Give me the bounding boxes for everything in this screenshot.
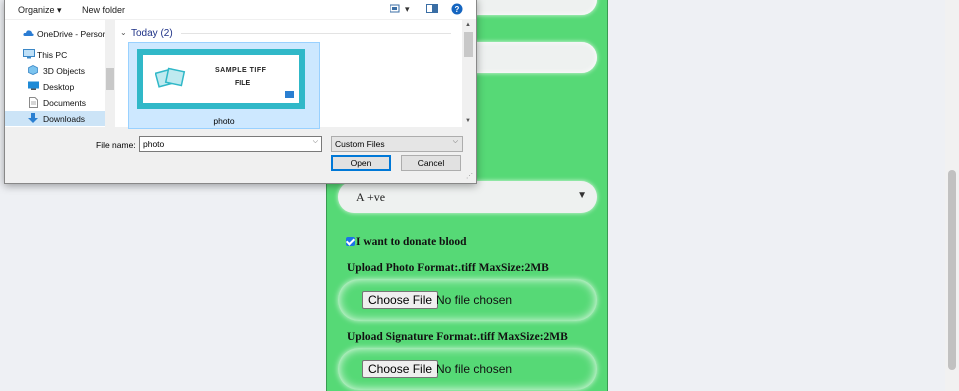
signature-upload-label: Upload Signature Format:.tiff MaxSize:2M… xyxy=(347,331,568,343)
photos-icon xyxy=(155,67,186,88)
organize-button[interactable]: Organize ▾ xyxy=(18,5,62,16)
file-name-label: photo xyxy=(213,116,235,126)
nav-label: Downloads xyxy=(43,114,86,124)
nav-item-downloads[interactable]: Downloads xyxy=(5,111,105,126)
new-folder-button[interactable]: New folder xyxy=(82,5,125,15)
nav-item-desktop[interactable]: Desktop xyxy=(5,79,105,94)
photo-file-input[interactable]: Choose File No file chosen xyxy=(338,279,597,321)
file-thumbnail: SAMPLE TIFF FILE xyxy=(137,49,305,109)
nav-scrollbar-thumb[interactable] xyxy=(106,68,114,90)
photo-file-status: No file chosen xyxy=(436,293,513,307)
chevron-down-icon: ⌵ xyxy=(452,138,458,145)
donate-checkbox[interactable] xyxy=(346,237,355,246)
nav-label: Desktop xyxy=(43,82,75,92)
computer-icon xyxy=(23,49,35,59)
chevron-down-icon: ▼ xyxy=(577,190,587,201)
file-list-scrollbar-thumb[interactable] xyxy=(464,32,473,57)
blood-group-value: A +ve xyxy=(356,190,386,204)
thumbnail-caption: SAMPLE TIFF xyxy=(215,67,267,74)
signature-file-input[interactable]: Choose File No file chosen xyxy=(338,348,597,390)
nav-label: 3D Objects xyxy=(43,66,86,76)
file-list: ⌄ Today (2) SAMPLE TIFF FILE photo xyxy=(115,20,462,129)
file-list-scrollbar[interactable]: ▲ ▼ xyxy=(462,20,475,127)
cube-icon xyxy=(28,65,38,75)
photo-choose-file-button[interactable]: Choose File xyxy=(362,291,439,309)
view-options-icon[interactable] xyxy=(389,4,400,15)
document-icon xyxy=(29,97,39,108)
dialog-toolbar: Organize ▾ New folder ▾ ? xyxy=(5,0,476,19)
page-scrollbar[interactable] xyxy=(945,0,959,391)
nav-label: This PC xyxy=(37,50,68,60)
desktop-icon xyxy=(28,81,39,90)
help-icon[interactable]: ? xyxy=(451,3,463,17)
group-divider xyxy=(181,33,451,34)
photo-upload-label: Upload Photo Format:.tiff MaxSize:2MB xyxy=(347,262,549,274)
svg-text:?: ? xyxy=(455,5,460,14)
preview-pane-icon[interactable] xyxy=(426,4,438,15)
signature-choose-file-button[interactable]: Choose File xyxy=(362,360,439,378)
navigation-pane: OneDrive - Person This PC 3D Objects Des… xyxy=(5,20,114,127)
image-badge-icon xyxy=(284,90,295,99)
file-item-photo[interactable]: SAMPLE TIFF FILE photo xyxy=(128,42,320,129)
page-scrollbar-thumb[interactable] xyxy=(948,170,956,370)
resize-grip-icon[interactable]: ⋰ xyxy=(466,172,473,180)
chevron-down-icon[interactable]: ⌄ xyxy=(120,28,127,37)
file-open-dialog: Organize ▾ New folder ▾ ? OneDrive - Per… xyxy=(4,0,477,184)
donate-label: I want to donate blood xyxy=(356,236,467,248)
scroll-up-icon[interactable]: ▲ xyxy=(465,22,471,28)
signature-file-status: No file chosen xyxy=(436,362,513,376)
thumbnail-caption: FILE xyxy=(235,80,251,87)
cancel-button[interactable]: Cancel xyxy=(401,155,461,171)
scroll-down-icon[interactable]: ▼ xyxy=(465,118,471,124)
group-header[interactable]: Today (2) xyxy=(131,28,173,39)
file-type-value: Custom Files xyxy=(335,139,385,149)
view-dropdown-icon[interactable]: ▾ xyxy=(405,4,410,15)
open-button[interactable]: Open xyxy=(331,155,391,171)
nav-item-documents[interactable]: Documents xyxy=(5,95,105,110)
file-name-field-label: File name: xyxy=(96,140,136,150)
nav-item-onedrive[interactable]: OneDrive - Person xyxy=(5,26,108,41)
blood-group-select[interactable]: A +ve ▼ xyxy=(338,181,597,213)
file-name-value: photo xyxy=(143,139,165,149)
nav-label: OneDrive - Person xyxy=(37,29,108,39)
donate-checkbox-row[interactable]: I want to donate blood xyxy=(346,236,467,248)
file-name-input[interactable]: photo ⌵ xyxy=(139,136,322,152)
cloud-icon xyxy=(23,28,34,37)
chevron-down-icon[interactable]: ⌵ xyxy=(313,138,318,146)
download-icon xyxy=(28,113,38,123)
nav-label: Documents xyxy=(43,98,86,108)
file-type-select[interactable]: Custom Files ⌵ xyxy=(331,136,463,152)
nav-item-3d-objects[interactable]: 3D Objects xyxy=(5,63,105,78)
nav-scrollbar[interactable] xyxy=(105,20,115,127)
nav-item-this-pc[interactable]: This PC xyxy=(5,47,105,62)
